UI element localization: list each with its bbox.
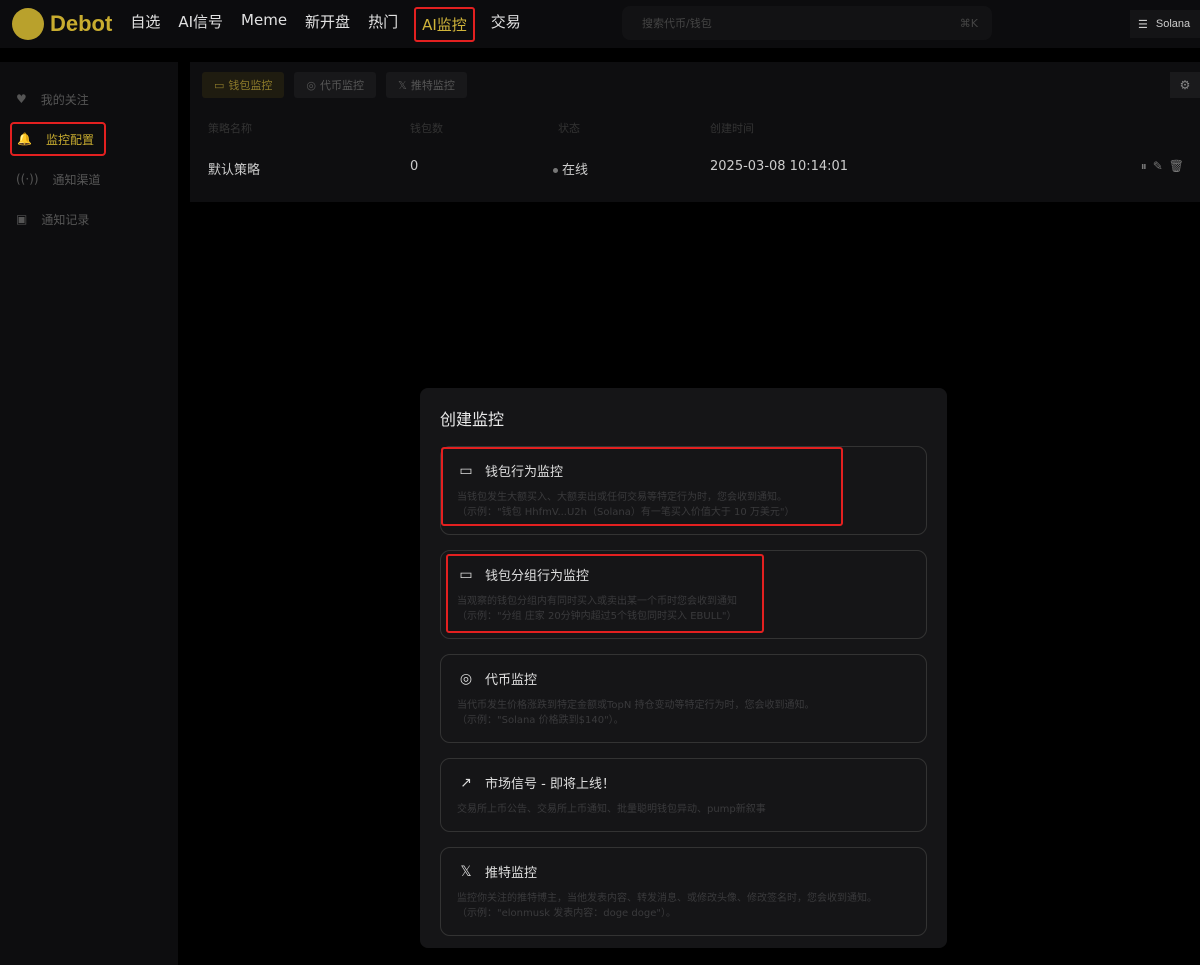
wallet-icon: ▭ — [459, 462, 473, 479]
tab-token-monitor[interactable]: ◎ 代币监控 — [294, 72, 377, 98]
option-token-monitor[interactable]: ◎ 代币监控 当代币发生价格涨跌到特定金额或TopN 持仓变动等特定行为时，您会收… — [440, 654, 927, 743]
option-title: 市场信号 - 即将上线！ — [485, 777, 615, 792]
token-icon: ◎ — [306, 78, 317, 92]
main-panel: ▭ 钱包监控 ◎ 代币监控 𝕏 推特监控 ⚙ 策略名称 钱包数 状态 创建时间 默认策… — [190, 62, 1200, 202]
trash-icon[interactable]: 🗑 — [1169, 159, 1190, 173]
option-twitter-monitor[interactable]: 𝕏 推特监控 监控你关注的推特博主，当他发表内容、转发消息、或修改头像、修改签名时… — [440, 847, 927, 936]
status-text: 在线 — [562, 163, 589, 178]
gear-icon: ⚙ — [1179, 78, 1191, 92]
sidebar-item-label: 监控配置 — [45, 132, 94, 147]
pause-icon[interactable]: ⏸ — [1141, 159, 1153, 173]
nav-favorites[interactable]: 自选 — [128, 7, 162, 42]
nav-ai-signal[interactable]: AI信号 — [176, 7, 225, 42]
column-header: 钱包数 — [410, 122, 443, 135]
file-icon: ▣ — [16, 212, 28, 226]
sidebar-item-label: 通知渠道 — [52, 172, 101, 187]
option-wallet-group[interactable]: ▭ 钱包分组行为监控 当观察的钱包分组内有同时买入或卖出某一个币时您会收到通知 （… — [440, 550, 927, 639]
column-header: 创建时间 — [710, 122, 754, 135]
tab-twitter-monitor[interactable]: 𝕏 推特监控 — [386, 72, 467, 98]
option-title: 钱包行为监控 — [485, 465, 564, 480]
chain-label: Solana — [1155, 18, 1191, 30]
settings-button[interactable]: ⚙ — [1170, 72, 1200, 98]
search-input[interactable]: 搜索代币/钱包 ⌘K — [622, 6, 992, 40]
top-nav: Debot 自选 AI信号 Meme 新开盘 热门 AI监控 交易 搜索代币/钱… — [0, 0, 1200, 48]
wallet-icon: ▭ — [214, 78, 225, 92]
sidebar-item-monitor-config[interactable]: 🔔 监控配置 — [10, 122, 106, 156]
sidebar-item-label: 通知记录 — [41, 212, 90, 227]
option-example: （示例："分组 庄家 20分钟内超过5个钱包同时买入 EBULL"） — [457, 611, 737, 622]
option-market-signal[interactable]: ↗ 市场信号 - 即将上线！ 交易所上币公告、交易所上币通知、批量聪明钱包异动、p… — [440, 758, 927, 832]
sidebar: ♥ 我的关注 🔔 监控配置 ((·)) 通知渠道 ▣ 通知记录 — [0, 62, 178, 965]
nav-hot[interactable]: 热门 — [366, 7, 400, 42]
created-time: 2025-03-08 10:14:01 — [710, 159, 849, 174]
option-desc: 当代币发生价格涨跌到特定金额或TopN 持仓变动等特定行为时，您会收到通知。 — [457, 700, 815, 711]
logo-text: Debot — [50, 11, 113, 36]
option-title: 推特监控 — [485, 866, 538, 881]
token-icon: ◎ — [459, 670, 473, 687]
edit-icon[interactable]: ✎ — [1153, 159, 1169, 173]
column-header: 状态 — [558, 122, 580, 135]
option-title: 钱包分组行为监控 — [485, 569, 590, 584]
option-desc: 交易所上币公告、交易所上币通知、批量聪明钱包异动、pump新叙事 — [457, 804, 766, 815]
tab-wallet-monitor[interactable]: ▭ 钱包监控 — [202, 72, 285, 98]
option-example: （示例："钱包 HhfmV...U2h（Solana）有一笔买入价值大于 10 … — [457, 507, 795, 518]
row-actions: ⏸✎🗑 — [1141, 159, 1190, 174]
tab-label: 推特监控 — [410, 79, 455, 92]
option-desc: 当钱包发生大额买入、大额卖出或任何交易等特定行为时，您会收到通知。 — [457, 492, 787, 503]
tab-label: 代币监控 — [320, 79, 365, 92]
modal-title: 创建监控 — [440, 410, 505, 429]
option-wallet-behavior[interactable]: ▭ 钱包行为监控 当钱包发生大额买入、大额卖出或任何交易等特定行为时，您会收到通知… — [440, 446, 927, 535]
create-monitor-modal: 创建监控 ▭ 钱包行为监控 当钱包发生大额买入、大额卖出或任何交易等特定行为时，您… — [420, 388, 947, 948]
option-title: 代币监控 — [485, 673, 538, 688]
option-example: （示例："Solana 价格跌到$140"）。 — [457, 715, 624, 726]
bell-icon: 🔔 — [17, 132, 32, 146]
logo[interactable]: Debot — [12, 8, 112, 40]
search-shortcut: ⌘K — [959, 16, 978, 30]
x-icon: 𝕏 — [460, 863, 472, 880]
nav-new-pairs[interactable]: 新开盘 — [303, 7, 352, 42]
sidebar-item-history[interactable]: ▣ 通知记录 — [0, 199, 178, 239]
wallet-icon: ▭ — [459, 566, 473, 583]
tab-label: 钱包监控 — [228, 79, 273, 92]
option-desc: 监控你关注的推特博主，当他发表内容、转发消息、或修改头像、修改签名时，您会收到通… — [457, 893, 877, 904]
heart-icon: ♥ — [16, 92, 27, 106]
nav-ai-monitor[interactable]: AI监控 — [414, 6, 475, 42]
x-icon: 𝕏 — [398, 78, 407, 92]
strategy-name: 默认策略 — [208, 163, 261, 178]
nav-meme[interactable]: Meme — [239, 7, 289, 42]
sidebar-item-favorites[interactable]: ♥ 我的关注 — [0, 79, 178, 119]
option-desc: 当观察的钱包分组内有同时买入或卖出某一个币时您会收到通知 — [457, 596, 737, 607]
column-header: 策略名称 — [208, 122, 252, 135]
trending-up-icon: ↗ — [460, 774, 472, 791]
sidebar-item-channels[interactable]: ((·)) 通知渠道 — [0, 159, 178, 199]
status-badge: 在线 — [553, 159, 588, 178]
wallet-count: 0 — [410, 159, 419, 174]
broadcast-icon: ((·)) — [16, 172, 39, 186]
nav-trade[interactable]: 交易 — [489, 7, 523, 42]
logo-icon — [12, 8, 44, 40]
search-placeholder: 搜索代币/钱包 — [642, 17, 712, 30]
option-example: （示例："elonmusk 发表内容：doge doge"）。 — [457, 908, 676, 919]
sidebar-item-label: 我的关注 — [40, 92, 89, 107]
menu-icon: ☰ — [1138, 18, 1148, 31]
chain-selector[interactable]: ☰ Solana — [1130, 10, 1200, 38]
